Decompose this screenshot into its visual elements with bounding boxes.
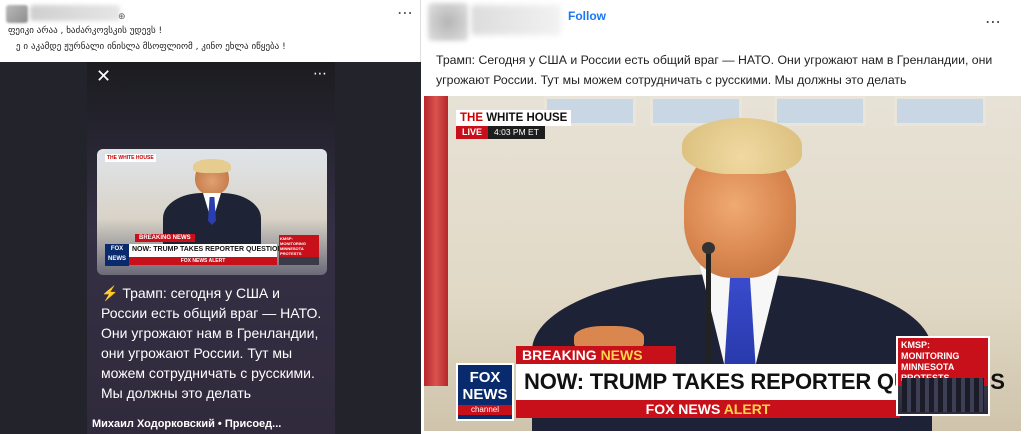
author-name-blurred[interactable] (30, 5, 120, 21)
alert-bar: FOX NEWS ALERT (129, 257, 277, 265)
kmsp-inset: KMSP: MONITORING MINNESOTA PROTESTS (279, 235, 319, 265)
story-author[interactable]: Михаил Ходорковский • Присоед... (92, 418, 281, 430)
left-post: ⊕ ⋯ ფეიკი არაა , ხაძარკოვსკის უდევს ! ე … (0, 0, 421, 434)
live-badge: LIVE (456, 126, 489, 139)
kmsp-inset: KMSP: MONITORING MINNESOTA PROTESTS (896, 336, 990, 416)
whitehouse-bug: THE WHITE HOUSE LIVE 4:03 PM ET (456, 110, 572, 140)
author-name-blurred[interactable] (471, 5, 561, 35)
avatar[interactable] (6, 5, 28, 23)
more-options-icon[interactable]: ⋯ (397, 3, 414, 22)
close-icon[interactable]: ✕ (96, 66, 111, 87)
post-text-line: ე ი აკამდე ჟურნალი ინისლა მსოფლიომ , კინ… (16, 42, 286, 52)
breaking-news-label: BREAKING NEWS (516, 346, 676, 364)
post-text: Трамп: Сегодня у США и России есть общий… (436, 53, 993, 87)
chyron-headline: NOW: TRUMP TAKES REPORTER QUESTIONS (129, 244, 287, 257)
right-post: Follow ⋯ Трамп: Сегодня у США и России е… (423, 0, 1024, 434)
story-caption-text: Трамп: сегодня у США и России есть общий… (101, 285, 322, 401)
screenshot-composite: ⊕ ⋯ ფეიკი არაა , ხაძარკოვსკის უდევს ! ე … (0, 0, 1024, 434)
whitehouse-bug: THE WHITE HOUSE (105, 154, 156, 162)
post-image[interactable]: THE WHITE HOUSE LIVE 4:03 PM ET BREAKING… (424, 96, 1021, 431)
flag (424, 96, 448, 386)
breaking-news-label: BREAKING NEWS (135, 234, 195, 242)
chyron-headline: NOW: TRUMP TAKES REPORTER QUESTIONS (516, 364, 1005, 400)
broadcast-time: 4:03 PM ET (488, 126, 545, 139)
post-text-line: ფეიკი არაა , ხაძარკოვსკის უდევს ! (8, 26, 163, 36)
video-thumbnail[interactable]: THE WHITE HOUSE BREAKING NEWS FOX NEWS N… (97, 149, 327, 275)
story-caption: ⚡ Трамп: сегодня у США и России есть общ… (101, 283, 327, 403)
lightning-icon: ⚡ (101, 285, 119, 301)
globe-icon: ⊕ (118, 12, 126, 22)
alert-bar: FOX NEWS ALERT (516, 400, 900, 418)
avatar[interactable] (428, 3, 468, 41)
fox-news-logo: FOX NEWS (105, 244, 129, 266)
follow-button[interactable]: Follow (568, 9, 606, 23)
more-options-icon[interactable]: ⋯ (313, 66, 328, 82)
more-options-icon[interactable]: ⋯ (985, 12, 1002, 31)
story-screenshot[interactable]: ✕ ⋯ THE WHITE HOUSE BREAKING NEWS FOX NE… (87, 62, 335, 434)
fox-news-logo: FOX NEWS channel (456, 363, 514, 421)
